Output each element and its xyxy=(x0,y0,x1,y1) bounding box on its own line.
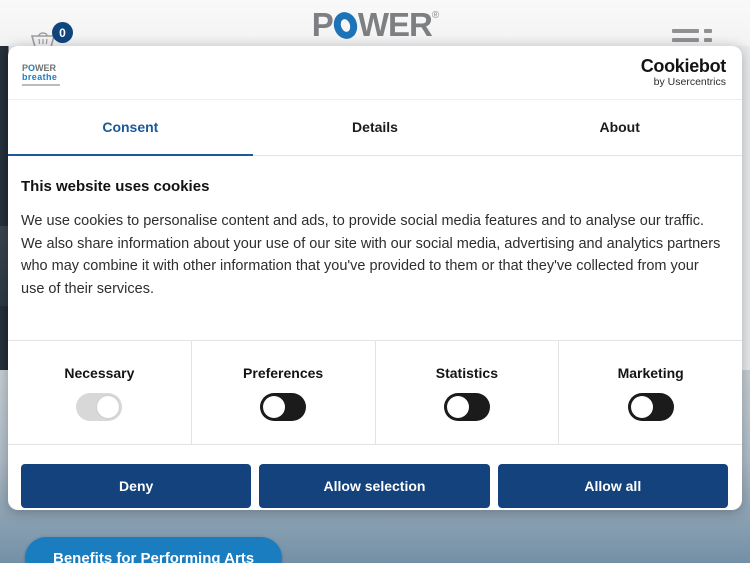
menu-bar xyxy=(672,38,699,42)
marketing-toggle[interactable] xyxy=(627,392,674,421)
allow-all-button[interactable]: Allow all xyxy=(497,464,728,508)
category-label: Necessary xyxy=(64,364,135,381)
allow-selection-button[interactable]: Allow selection xyxy=(259,464,490,508)
registered-mark: ® xyxy=(431,10,439,21)
pb-logo-o: O xyxy=(28,62,36,73)
benefits-performing-arts-button[interactable]: Benefits for Performing Arts xyxy=(25,537,283,563)
pb-logo-breathe: breathe xyxy=(22,71,58,82)
category-statistics: Statistics xyxy=(376,341,560,444)
category-marketing: Marketing xyxy=(559,341,742,444)
dialog-header: POWER breathe Cookiebot by Usercentrics xyxy=(8,46,742,100)
hamburger-menu-icon[interactable] xyxy=(672,29,712,47)
tab-consent[interactable]: Consent xyxy=(8,100,253,156)
dialog-description: We use cookies to personalise content an… xyxy=(21,213,721,297)
category-preferences: Preferences xyxy=(192,341,376,444)
power-logo: P WER® xyxy=(0,6,750,44)
category-necessary: Necessary xyxy=(8,341,192,444)
category-label: Preferences xyxy=(243,364,324,381)
cookiebot-wordmark: Cookiebot xyxy=(640,56,727,77)
dialog-buttons: Deny Allow selection Allow all xyxy=(8,445,742,508)
tab-details[interactable]: Details xyxy=(252,100,498,156)
cookiebot-byline: by Usercentrics xyxy=(653,76,726,89)
category-label: Marketing xyxy=(617,364,684,381)
cookiebot-logo: Cookiebot by Usercentrics xyxy=(640,56,727,89)
toggle-knob xyxy=(446,395,469,418)
page: 0 P WER® POWER breathe Cookiebot by Userc… xyxy=(0,0,750,563)
deny-button[interactable]: Deny xyxy=(21,464,252,508)
menu-dot xyxy=(704,29,712,33)
cookie-categories: Necessary Preferences Statistics Marketi… xyxy=(8,340,742,445)
power-logo-o-icon xyxy=(330,9,361,42)
cookie-consent-dialog: POWER breathe Cookiebot by Usercentrics … xyxy=(8,46,742,510)
powerbreathe-logo: POWER breathe xyxy=(22,60,60,86)
power-logo-p: P xyxy=(311,6,334,43)
dialog-heading: This website uses cookies xyxy=(21,178,210,195)
necessary-toggle xyxy=(76,392,123,421)
toggle-knob xyxy=(97,395,120,418)
category-label: Statistics xyxy=(435,364,498,381)
menu-bar xyxy=(672,29,699,33)
dialog-body: This website uses cookies We use cookies… xyxy=(8,156,742,300)
statistics-toggle[interactable] xyxy=(443,392,490,421)
tab-about[interactable]: About xyxy=(497,100,742,156)
power-logo-rest: WER xyxy=(357,6,433,43)
dialog-tabs: Consent Details About xyxy=(8,100,742,156)
pb-logo-rest: WER xyxy=(35,62,57,73)
preferences-toggle[interactable] xyxy=(260,392,307,421)
pb-logo-tagline xyxy=(22,83,60,86)
toggle-knob xyxy=(263,395,286,418)
menu-dot xyxy=(704,38,712,42)
toggle-knob xyxy=(630,395,653,418)
